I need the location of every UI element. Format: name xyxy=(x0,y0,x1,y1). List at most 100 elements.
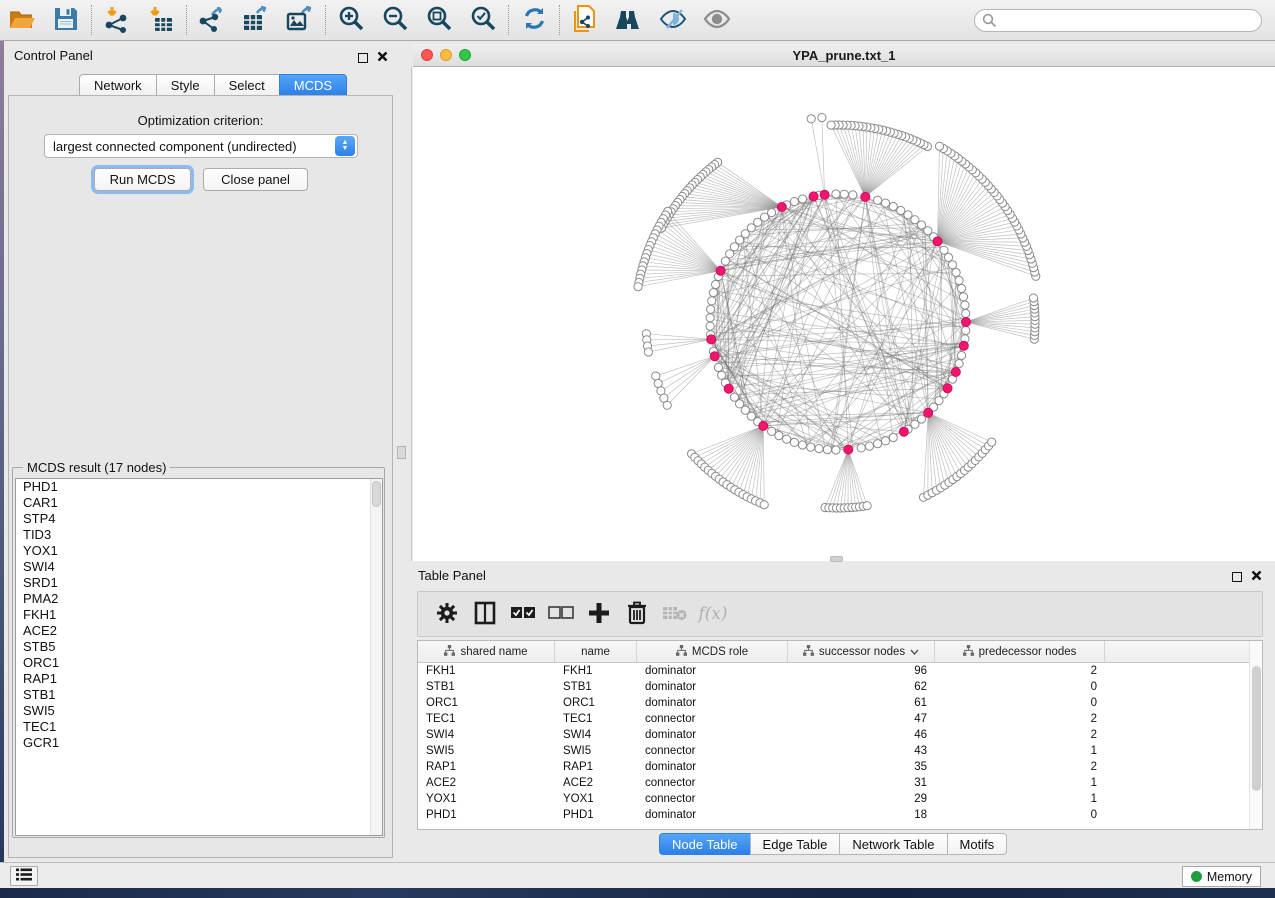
task-history-button[interactable] xyxy=(10,866,38,886)
mcds-result-item[interactable]: STP4 xyxy=(16,511,382,527)
control-panel-close-icon[interactable] xyxy=(377,50,388,65)
tab-motifs[interactable]: Motifs xyxy=(947,833,1008,855)
zoom-in-button[interactable] xyxy=(329,3,373,37)
table-row[interactable]: TEC1TEC1connector472 xyxy=(418,711,1262,727)
import-table-button[interactable] xyxy=(139,3,183,37)
mcds-result-list[interactable]: PHD1CAR1STP4TID3YOX1SWI4SRD1PMA2FKH1ACE2… xyxy=(15,478,383,836)
refresh-button[interactable] xyxy=(512,3,556,37)
save-session-button[interactable] xyxy=(44,3,88,37)
mcds-result-item[interactable]: TID3 xyxy=(16,527,382,543)
zoom-selected-icon xyxy=(470,5,497,35)
table-panel-close-icon[interactable] xyxy=(1251,569,1262,584)
table-row[interactable]: RAP1RAP1dominator352 xyxy=(418,759,1262,775)
table-row[interactable]: ORC1ORC1dominator610 xyxy=(418,695,1262,711)
table-row[interactable]: SWI4SWI4dominator462 xyxy=(418,727,1262,743)
table-panel-splitter-handle[interactable] xyxy=(830,556,843,562)
memory-button[interactable]: Memory xyxy=(1182,866,1261,887)
table-cell: FKH1 xyxy=(555,663,637,679)
tab-select[interactable]: Select xyxy=(214,74,279,96)
table-cell: 61 xyxy=(788,695,935,711)
table-cell: 2 xyxy=(935,727,1105,743)
function-builder-button[interactable]: f(x) xyxy=(694,597,732,631)
column-header-successor-nodes[interactable]: successor nodes xyxy=(788,641,935,662)
select-stepper-icon: ▲▼ xyxy=(335,136,355,156)
mcds-result-item[interactable]: SWI4 xyxy=(16,559,382,575)
import-network-button[interactable] xyxy=(95,3,139,37)
table-row[interactable]: YOX1YOX1connector291 xyxy=(418,791,1262,807)
show-all-icon xyxy=(702,7,732,34)
panel-splitter-handle[interactable] xyxy=(397,446,406,459)
mcds-result-item[interactable]: PHD1 xyxy=(16,479,382,495)
export-network-button[interactable] xyxy=(190,3,234,37)
table-cell: SWI4 xyxy=(555,727,637,743)
mcds-result-item[interactable]: ACE2 xyxy=(16,623,382,639)
node-table[interactable]: shared name nameMCDS rolesuccessor nodesp… xyxy=(417,640,1263,830)
hide-selected-button[interactable] xyxy=(651,3,695,37)
mcds-result-item[interactable]: ORC1 xyxy=(16,655,382,671)
control-panel-tabs: NetworkStyleSelectMCDS xyxy=(79,74,347,96)
mcds-result-item[interactable]: STB5 xyxy=(16,639,382,655)
table-cell: 62 xyxy=(788,679,935,695)
export-table-button[interactable] xyxy=(234,3,278,37)
deselect-all-rows-button[interactable] xyxy=(542,597,580,631)
tab-node-table[interactable]: Node Table xyxy=(659,833,750,855)
zoom-fit-button[interactable] xyxy=(417,3,461,37)
show-all-button[interactable] xyxy=(695,3,739,37)
mcds-result-item[interactable]: CAR1 xyxy=(16,495,382,511)
first-neighbors-button[interactable] xyxy=(607,3,651,37)
mcds-result-item[interactable]: STB1 xyxy=(16,687,382,703)
mcds-result-item[interactable]: PMA2 xyxy=(16,591,382,607)
close-panel-button[interactable]: Close panel xyxy=(203,168,308,191)
delete-rows-button[interactable] xyxy=(618,597,656,631)
column-header-MCDS-role[interactable]: MCDS role xyxy=(637,641,788,662)
table-settings-gear-button[interactable] xyxy=(428,597,466,631)
node-table-scrollbar[interactable] xyxy=(1249,641,1262,829)
run-mcds-button[interactable]: Run MCDS xyxy=(94,168,191,191)
column-header-predecessor-nodes[interactable]: predecessor nodes xyxy=(935,641,1105,662)
tab-network[interactable]: Network xyxy=(79,74,156,96)
mcds-result-item[interactable]: RAP1 xyxy=(16,671,382,687)
table-row[interactable]: PHD1PHD1dominator180 xyxy=(418,807,1262,823)
mcds-result-item[interactable]: FKH1 xyxy=(16,607,382,623)
table-cell: 0 xyxy=(935,679,1105,695)
table-row[interactable]: FKH1FKH1dominator962 xyxy=(418,663,1262,679)
new-network-from-selection-button[interactable] xyxy=(563,3,607,37)
tab-style[interactable]: Style xyxy=(156,74,214,96)
mcds-result-item[interactable]: TEC1 xyxy=(16,719,382,735)
tab-mcds[interactable]: MCDS xyxy=(279,74,347,96)
mcds-result-item[interactable]: SRD1 xyxy=(16,575,382,591)
tab-network-table[interactable]: Network Table xyxy=(839,833,946,855)
column-visibility-button[interactable] xyxy=(466,597,504,631)
table-row[interactable]: ACE2ACE2connector311 xyxy=(418,775,1262,791)
mcds-list-scrollbar[interactable] xyxy=(370,479,382,835)
mcds-result-item[interactable]: SWI5 xyxy=(16,703,382,719)
control-panel-float-icon[interactable] xyxy=(358,53,368,63)
table-panel-float-icon[interactable] xyxy=(1232,572,1242,582)
table-cell: 47 xyxy=(788,711,935,727)
tab-edge-table[interactable]: Edge Table xyxy=(750,833,840,855)
optimization-criterion-select[interactable]: largest connected component (undirected)… xyxy=(44,134,358,158)
table-cell: SWI5 xyxy=(418,743,555,759)
column-header-label: shared name xyxy=(460,646,527,658)
zoom-selected-button[interactable] xyxy=(461,3,505,37)
import-table-icon xyxy=(147,5,175,36)
select-all-rows-icon xyxy=(510,606,536,622)
table-cell: 1 xyxy=(935,743,1105,759)
table-cell: 35 xyxy=(788,759,935,775)
mcds-result-item[interactable]: GCR1 xyxy=(16,735,382,751)
search-input[interactable] xyxy=(974,9,1262,32)
table-cell: dominator xyxy=(637,663,788,679)
mcds-result-item[interactable]: YOX1 xyxy=(16,543,382,559)
column-header-shared-name[interactable]: shared name xyxy=(418,641,555,662)
network-view-canvas[interactable] xyxy=(413,67,1275,561)
export-image-button[interactable] xyxy=(278,3,322,37)
open-file-button[interactable] xyxy=(0,3,44,37)
zoom-out-button[interactable] xyxy=(373,3,417,37)
column-header-name[interactable]: name xyxy=(555,641,637,662)
table-row[interactable]: STB1STB1dominator620 xyxy=(418,679,1262,695)
select-all-rows-button[interactable] xyxy=(504,597,542,631)
table-row[interactable]: SWI5SWI5connector431 xyxy=(418,743,1262,759)
network-window-titlebar[interactable]: YPA_prune.txt_1 xyxy=(413,44,1275,67)
delete-column-button[interactable] xyxy=(656,597,694,631)
add-column-button[interactable] xyxy=(580,597,618,631)
